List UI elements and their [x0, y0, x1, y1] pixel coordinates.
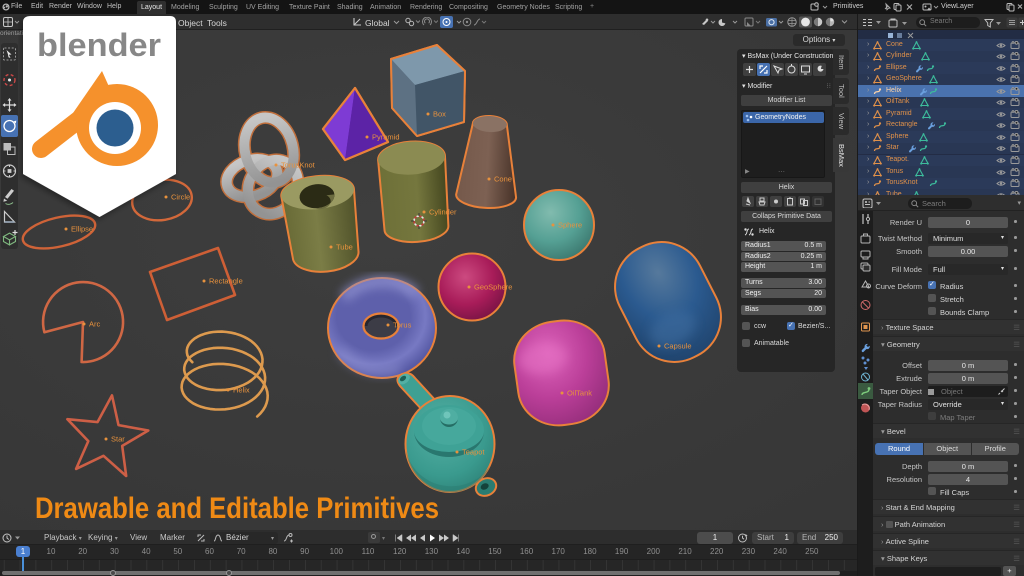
svg-text:Drawable and Editable Primitiv: Drawable and Editable Primitives: [35, 492, 439, 525]
svg-text:Capsule: Capsule: [664, 342, 692, 351]
svg-text:Cylinder: Cylinder: [429, 208, 457, 217]
svg-text:Pyramid: Pyramid: [372, 133, 400, 142]
svg-text:TorusKnot: TorusKnot: [281, 161, 316, 170]
svg-text:Helix: Helix: [233, 386, 250, 395]
svg-text:Tube: Tube: [336, 243, 353, 252]
svg-text:Sphere: Sphere: [558, 221, 582, 230]
svg-text:OilTank: OilTank: [567, 389, 592, 398]
svg-text:Torus: Torus: [393, 321, 412, 330]
svg-text:Cone: Cone: [494, 175, 512, 184]
svg-text:blender: blender: [37, 27, 161, 63]
svg-text:Arc: Arc: [89, 320, 101, 329]
svg-text:GeoSphere: GeoSphere: [474, 283, 512, 292]
svg-text:Box: Box: [433, 110, 446, 119]
svg-text:Star: Star: [111, 435, 125, 444]
svg-text:Teapot: Teapot: [462, 448, 485, 457]
svg-text:Rectangle: Rectangle: [209, 277, 243, 286]
